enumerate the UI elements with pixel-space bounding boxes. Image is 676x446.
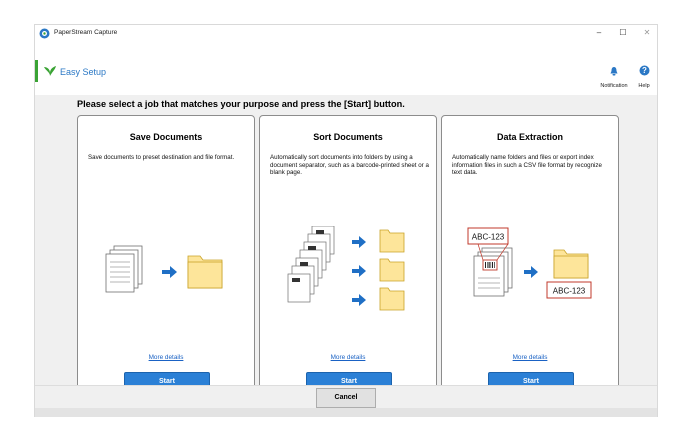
footer: Cancel <box>35 385 657 417</box>
recognized-code-text: ABC-123 <box>472 233 505 242</box>
card-description: Automatically name folders and files or … <box>452 154 602 177</box>
arrow-right-icon <box>524 266 538 278</box>
notification-label: Notification <box>600 83 628 89</box>
folder-icon <box>553 249 589 279</box>
job-card-data-extraction[interactable]: Data Extraction Automatically name folde… <box>441 115 619 401</box>
barcode-icon <box>482 259 498 271</box>
card-title: Data Extraction <box>496 132 564 142</box>
cancel-button[interactable]: Cancel <box>316 388 376 408</box>
separated-document-stack-icon <box>287 226 335 303</box>
more-details-link[interactable]: More details <box>260 354 436 361</box>
help-icon: ? <box>639 65 649 76</box>
paperstream-app-icon <box>39 28 50 39</box>
arrow-right-icon <box>162 266 177 278</box>
leaf-icon <box>44 66 56 76</box>
job-selection-area: Please select a job that matches your pu… <box>35 95 657 401</box>
job-card-sort-documents[interactable]: Sort Documents Automatically sort docume… <box>259 115 437 401</box>
card-description: Automatically sort documents into folder… <box>270 154 429 177</box>
card-description: Save documents to preset destination and… <box>88 154 235 161</box>
header-accent-bar <box>35 60 38 82</box>
arrow-right-icon <box>352 265 366 277</box>
arrow-right-icon <box>352 294 366 306</box>
document-stack-icon <box>473 247 513 297</box>
close-button[interactable]: ✕ <box>637 26 657 40</box>
arrow-right-icon <box>352 236 366 248</box>
notification-button[interactable]: Notification <box>599 63 629 89</box>
maximize-button[interactable]: ☐ <box>613 26 633 40</box>
status-strip <box>35 408 657 417</box>
data-extraction-illustration: ABC-123 ABC-123 <box>467 227 592 299</box>
help-button[interactable]: ? Help <box>633 63 655 89</box>
title-bar: PaperStream Capture – ☐ ✕ <box>35 25 657 43</box>
more-details-link[interactable]: More details <box>442 354 618 361</box>
card-title: Save Documents <box>129 132 203 142</box>
sort-documents-illustration <box>287 226 405 311</box>
save-documents-illustration <box>105 245 223 293</box>
header: Easy Setup Notification ? Help <box>35 43 657 95</box>
folder-icon <box>187 255 223 289</box>
more-details-link[interactable]: More details <box>78 354 254 361</box>
app-window: PaperStream Capture – ☐ ✕ Easy Setup Not… <box>34 24 658 417</box>
help-label: Help <box>638 83 650 89</box>
document-stack-icon <box>105 245 143 293</box>
folder-icon <box>379 229 405 311</box>
minimize-button[interactable]: – <box>589 26 609 40</box>
window-title: PaperStream Capture <box>54 29 118 36</box>
job-card-save-documents[interactable]: Save Documents Save documents to preset … <box>77 115 255 401</box>
header-title: Easy Setup <box>60 67 107 77</box>
card-title: Sort Documents <box>313 132 383 142</box>
instruction-text: Please select a job that matches your pu… <box>77 99 405 109</box>
folder-name-text: ABC-123 <box>553 287 586 296</box>
bell-icon <box>610 67 618 76</box>
svg-text:?: ? <box>642 66 647 75</box>
